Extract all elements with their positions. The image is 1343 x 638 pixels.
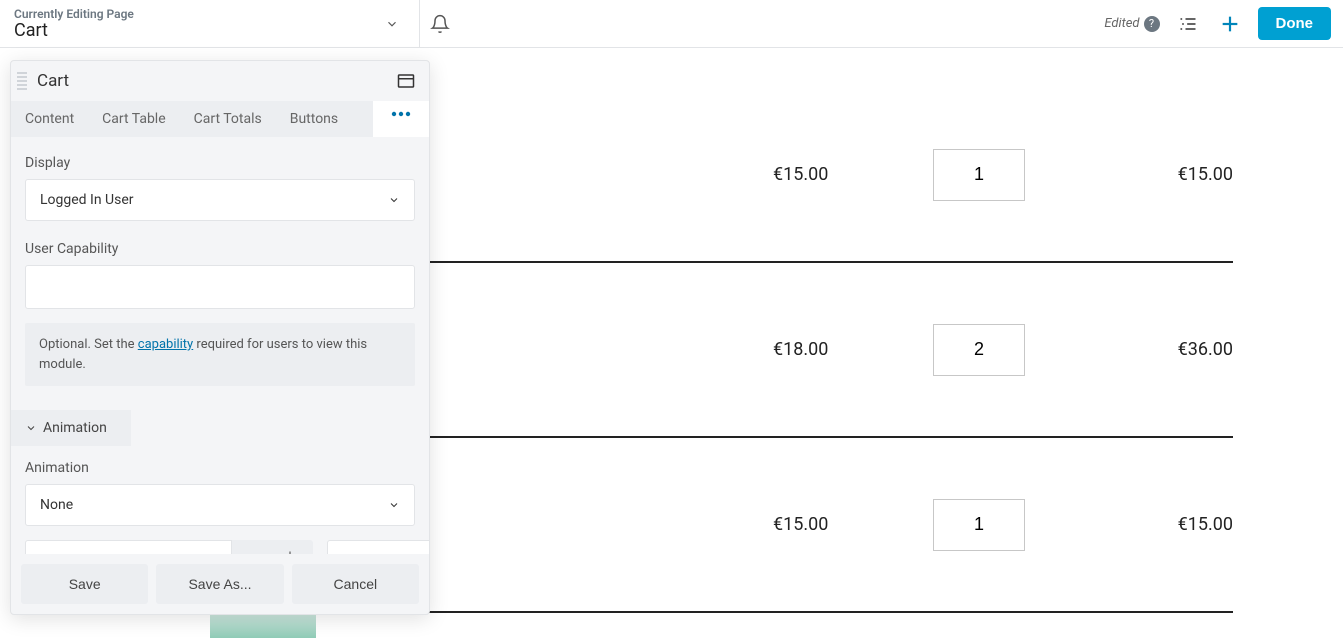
delay-input[interactable]	[25, 540, 232, 554]
save-button[interactable]: Save	[21, 564, 148, 604]
more-icon	[391, 111, 411, 117]
panel-body: Display Logged In User User Capability O…	[11, 137, 429, 554]
capability-link[interactable]: capability	[138, 337, 193, 352]
panel-header[interactable]: Cart	[11, 61, 429, 101]
drag-handle-icon[interactable]	[17, 72, 27, 90]
bell-icon	[430, 14, 450, 34]
outline-button[interactable]	[1174, 10, 1202, 38]
capability-help: Optional. Set the capability required fo…	[25, 323, 415, 386]
tab-cart-totals[interactable]: Cart Totals	[180, 101, 276, 137]
notifications-button[interactable]	[420, 14, 460, 34]
subtotal: €15.00	[1163, 514, 1233, 535]
done-button[interactable]: Done	[1258, 7, 1332, 40]
cancel-button[interactable]: Cancel	[292, 564, 419, 604]
window-icon[interactable]	[397, 73, 415, 89]
outline-icon	[1178, 14, 1198, 34]
tab-advanced[interactable]	[373, 101, 429, 137]
add-button[interactable]	[1216, 10, 1244, 38]
display-select[interactable]: Logged In User	[25, 179, 415, 221]
page-title: Cart	[14, 21, 379, 41]
chevron-down-icon	[388, 194, 400, 206]
panel-footer: Save Save As... Cancel	[11, 554, 429, 614]
plus-icon	[1219, 13, 1241, 35]
tab-bar: Content Cart Table Cart Totals Buttons	[11, 101, 429, 137]
subtotal: €15.00	[1163, 164, 1233, 185]
page-label: Currently Editing Page	[14, 7, 379, 21]
edited-indicator: Edited ?	[1104, 16, 1159, 32]
capability-label: User Capability	[25, 241, 415, 257]
chevron-down-icon[interactable]	[379, 11, 405, 37]
unit-price: €18.00	[773, 339, 933, 360]
module-settings-panel: Cart Content Cart Table Cart Totals Butt…	[10, 60, 430, 615]
delay-unit: seconds	[232, 540, 313, 554]
animation-label: Animation	[25, 460, 415, 476]
subtotal: €36.00	[1163, 339, 1233, 360]
capability-input[interactable]	[25, 265, 415, 309]
display-label: Display	[25, 155, 415, 171]
panel-title: Cart	[37, 71, 69, 91]
tab-cart-table[interactable]: Cart Table	[88, 101, 179, 137]
tab-buttons[interactable]: Buttons	[276, 101, 352, 137]
tab-content[interactable]: Content	[11, 101, 88, 137]
save-as-button[interactable]: Save As...	[156, 564, 283, 604]
topbar: Currently Editing Page Cart Edited ? Don…	[0, 0, 1343, 48]
quantity-stepper[interactable]	[933, 324, 1025, 376]
animation-duration: seconds	[327, 540, 429, 554]
chevron-down-icon	[388, 499, 400, 511]
quantity-stepper[interactable]	[933, 149, 1025, 201]
unit-price: €15.00	[773, 514, 933, 535]
quantity-stepper[interactable]	[933, 499, 1025, 551]
animation-select[interactable]: None	[25, 484, 415, 526]
chevron-down-icon	[25, 422, 37, 434]
duration-input[interactable]	[327, 540, 429, 554]
help-icon[interactable]: ?	[1144, 16, 1160, 32]
page-switcher[interactable]: Currently Editing Page Cart	[0, 0, 420, 47]
animation-delay: seconds	[25, 540, 313, 554]
animation-section-toggle[interactable]: Animation	[11, 410, 131, 446]
unit-price: €15.00	[773, 164, 933, 185]
